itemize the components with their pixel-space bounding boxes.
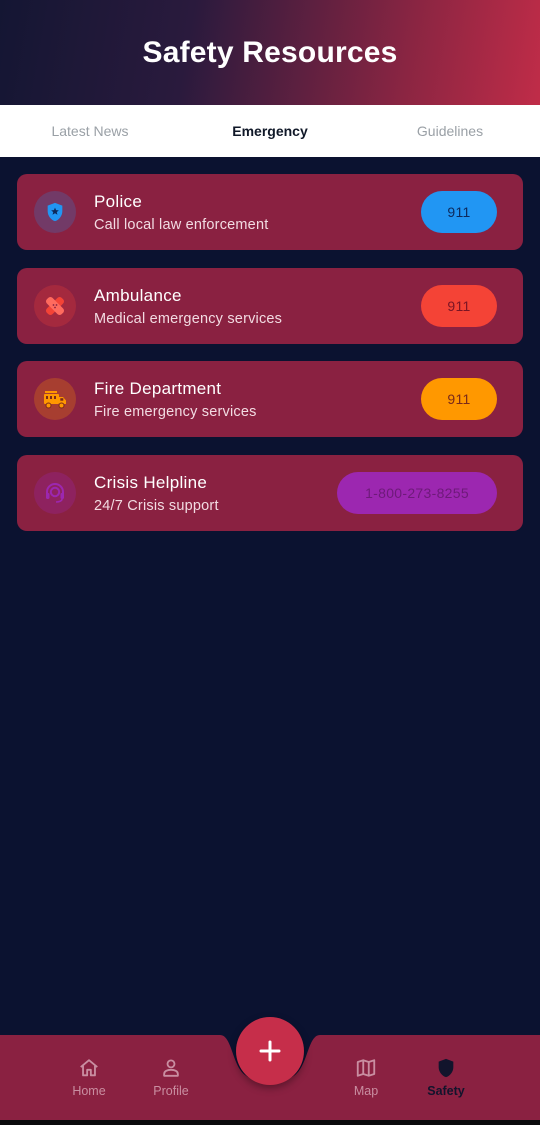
support-agent-icon bbox=[34, 471, 76, 514]
tab-bar: Latest News Emergency Guidelines bbox=[0, 105, 540, 157]
nav-map[interactable]: Map bbox=[336, 1057, 396, 1098]
emergency-contact-list: Police Call local law enforcement 911 Am… bbox=[17, 174, 523, 548]
home-icon bbox=[80, 1059, 98, 1077]
add-fab-button[interactable] bbox=[236, 1017, 304, 1085]
shield-icon bbox=[438, 1058, 454, 1078]
contact-title: Police bbox=[94, 192, 143, 211]
contact-card-ambulance: Ambulance Medical emergency services 911 bbox=[17, 267, 523, 344]
tab-latest-news[interactable]: Latest News bbox=[0, 105, 180, 157]
nav-label: Home bbox=[72, 1084, 106, 1098]
contact-title: Crisis Helpline bbox=[94, 472, 208, 492]
nav-label: Profile bbox=[153, 1084, 189, 1098]
contact-subtitle: Medical emergency services bbox=[94, 310, 283, 327]
police-shield-icon bbox=[34, 191, 76, 233]
contact-title: Ambulance bbox=[94, 285, 182, 305]
plus-icon bbox=[259, 1040, 281, 1062]
contact-title: Fire Department bbox=[94, 379, 222, 398]
page-title: Safety Resources bbox=[142, 35, 398, 69]
person-icon bbox=[163, 1059, 179, 1077]
system-bar bbox=[0, 1120, 540, 1125]
app-header: Safety Resources bbox=[0, 0, 540, 105]
contact-card-police: Police Call local law enforcement 911 bbox=[17, 174, 523, 250]
call-fire-department-button[interactable]: 911 bbox=[421, 378, 497, 420]
tab-guidelines[interactable]: Guidelines bbox=[360, 105, 540, 157]
contact-subtitle: Fire emergency services bbox=[94, 404, 257, 420]
call-ambulance-button[interactable]: 911 bbox=[421, 284, 497, 327]
contact-subtitle: Call local law enforcement bbox=[94, 217, 269, 233]
call-police-button[interactable]: 911 bbox=[421, 191, 497, 233]
bandage-icon bbox=[34, 284, 76, 327]
fire-truck-icon bbox=[34, 378, 76, 420]
nav-safety[interactable]: Safety bbox=[416, 1057, 476, 1098]
contact-card-fire-department: Fire Department Fire emergency services … bbox=[17, 361, 523, 437]
contact-card-crisis-helpline: Crisis Helpline 24/7 Crisis support 1-80… bbox=[17, 454, 523, 531]
nav-label: Safety bbox=[427, 1084, 465, 1098]
map-icon bbox=[356, 1059, 376, 1077]
nav-profile[interactable]: Profile bbox=[141, 1057, 201, 1098]
nav-label: Map bbox=[353, 1084, 379, 1098]
nav-home[interactable]: Home bbox=[59, 1057, 119, 1098]
call-crisis-helpline-button[interactable]: 1-800-273-8255 bbox=[337, 471, 497, 514]
contact-subtitle: 24/7 Crisis support bbox=[94, 497, 219, 514]
tab-emergency[interactable]: Emergency bbox=[180, 105, 360, 157]
